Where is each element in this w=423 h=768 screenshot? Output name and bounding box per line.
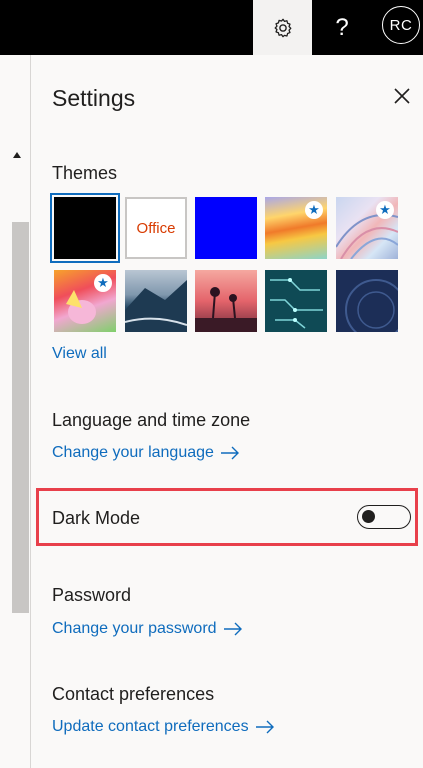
close-button[interactable] xyxy=(391,85,413,107)
theme-tile-unicorn[interactable]: ★ xyxy=(54,270,116,332)
change-password-label: Change your password xyxy=(52,620,217,637)
mountain-art xyxy=(125,280,187,332)
close-icon xyxy=(394,88,410,104)
settings-panel: Settings Themes Office ★ ★ ★ View all La… xyxy=(31,55,423,768)
innovation-art xyxy=(345,279,398,332)
contact-preferences-heading: Contact preferences xyxy=(52,684,215,704)
theme-tile-blue[interactable] xyxy=(195,197,257,259)
top-bar: ? RC xyxy=(0,0,423,55)
premium-star-icon: ★ xyxy=(305,201,323,219)
update-contact-preferences-label: Update contact preferences xyxy=(52,718,249,735)
update-contact-preferences-link[interactable]: Update contact preferences xyxy=(52,718,275,736)
scrollbar-thumb[interactable] xyxy=(12,222,29,613)
settings-gear-icon[interactable] xyxy=(253,0,312,55)
premium-star-icon: ★ xyxy=(94,274,112,292)
avatar[interactable]: RC xyxy=(382,6,420,44)
language-heading: Language and time zone xyxy=(52,410,251,430)
theme-tile-rainbow[interactable]: ★ xyxy=(265,197,327,259)
scroll-up-arrow-icon[interactable] xyxy=(13,152,21,158)
arrow-right-icon xyxy=(220,446,239,460)
change-language-link[interactable]: Change your language xyxy=(52,444,240,462)
theme-tile-office[interactable]: Office xyxy=(125,197,187,259)
settings-title: Settings xyxy=(52,85,136,111)
theme-tile-circuit[interactable] xyxy=(265,270,327,332)
circuit-art xyxy=(270,278,323,329)
theme-tile-abstract-lines[interactable]: ★ xyxy=(336,197,398,259)
gear-icon xyxy=(274,18,291,37)
themes-heading: Themes xyxy=(52,163,118,183)
office-theme-label: Office xyxy=(136,219,176,237)
dark-mode-toggle[interactable] xyxy=(357,505,411,529)
arrow-right-icon xyxy=(255,720,274,734)
help-button[interactable]: ? xyxy=(320,0,364,55)
toggle-knob xyxy=(362,510,375,523)
password-heading: Password xyxy=(52,585,132,605)
dark-mode-label: Dark Mode xyxy=(52,508,141,528)
theme-tile-innovation[interactable] xyxy=(336,270,398,332)
premium-star-icon: ★ xyxy=(376,201,394,219)
theme-tile-palms[interactable] xyxy=(195,270,257,332)
theme-tile-mountain[interactable] xyxy=(125,270,187,332)
view-all-themes-link[interactable]: View all xyxy=(52,345,107,363)
change-password-link[interactable]: Change your password xyxy=(52,620,243,638)
view-all-label: View all xyxy=(52,345,107,362)
palms-art xyxy=(195,287,257,332)
theme-tile-black[interactable] xyxy=(50,193,120,263)
change-language-label: Change your language xyxy=(52,444,214,461)
arrow-right-icon xyxy=(223,622,242,636)
